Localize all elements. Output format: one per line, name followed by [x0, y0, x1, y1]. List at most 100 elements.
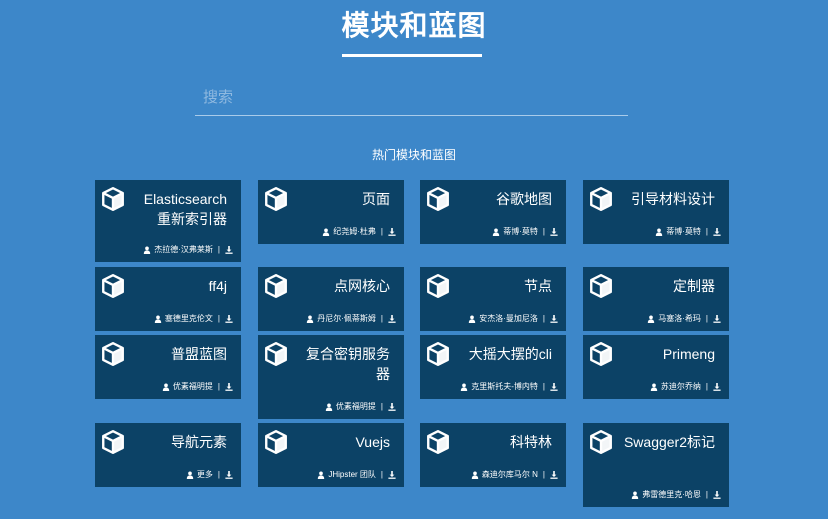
module-author[interactable]: 蒂博·莫特 — [666, 226, 701, 237]
module-author[interactable]: 优素福明提 — [173, 381, 213, 392]
title-underline — [342, 54, 482, 57]
separator: | — [217, 314, 220, 323]
separator: | — [380, 470, 383, 479]
separator: | — [217, 382, 220, 391]
module-card[interactable]: Elasticsearch 重新索引器杰拉德·汉弗莱斯 | — [95, 180, 241, 262]
module-card[interactable]: 复合密钥服务器优素福明提 | — [258, 335, 404, 419]
module-title[interactable]: 引导材料设计 — [619, 189, 715, 209]
module-title[interactable]: Primeng — [619, 344, 715, 364]
download-icon[interactable] — [225, 470, 233, 479]
module-author[interactable]: 纪尧姆·杜弗 — [333, 226, 376, 237]
module-author[interactable]: 马塞洛·希玛 — [658, 313, 701, 324]
module-card[interactable]: 谷歌地图蒂博·莫特 | — [420, 180, 566, 244]
cube-icon — [588, 341, 614, 367]
download-icon[interactable] — [388, 314, 396, 323]
module-title[interactable]: 普盟蓝图 — [131, 344, 227, 364]
cube-icon — [588, 273, 614, 299]
module-card[interactable]: 定制器马塞洛·希玛 | — [583, 267, 729, 331]
user-icon — [322, 228, 330, 236]
download-icon[interactable] — [713, 227, 721, 236]
module-meta: 优素福明提 | — [325, 401, 396, 412]
module-author[interactable]: 安杰洛·曼加尼洛 — [479, 313, 538, 324]
download-icon[interactable] — [550, 227, 558, 236]
download-icon[interactable] — [550, 314, 558, 323]
module-meta: 苏迪尔乔纳 | — [650, 381, 721, 392]
module-author[interactable]: 苏迪尔乔纳 — [661, 381, 701, 392]
download-icon[interactable] — [388, 227, 396, 236]
module-meta: 蒂博·莫特 | — [492, 226, 558, 237]
module-meta: 弗雷德里克·哈恩 | — [631, 489, 721, 500]
user-icon — [317, 471, 325, 479]
module-title[interactable]: Vuejs — [294, 432, 390, 452]
module-title[interactable]: 大摇大摆的cli — [456, 344, 552, 364]
download-icon[interactable] — [225, 314, 233, 323]
module-author[interactable]: JHipster 团队 — [328, 469, 376, 480]
download-icon[interactable] — [388, 470, 396, 479]
user-icon — [143, 246, 151, 254]
user-icon — [460, 383, 468, 391]
module-card[interactable]: 大摇大摆的cli 克里斯托夫-博内特 | — [420, 335, 566, 399]
download-icon[interactable] — [713, 382, 721, 391]
cube-icon — [263, 186, 289, 212]
module-card[interactable]: Swagger2标记弗雷德里克·哈恩 | — [583, 423, 729, 507]
module-card[interactable]: Primeng 苏迪尔乔纳 | — [583, 335, 729, 399]
module-title[interactable]: 页面 — [294, 189, 390, 209]
module-card[interactable]: 引导材料设计蒂博·莫特 | — [583, 180, 729, 244]
module-author[interactable]: 塞德里克伦文 — [165, 313, 213, 324]
module-title[interactable]: 导航元素 — [131, 432, 227, 452]
module-card[interactable]: ff4j 塞德里克伦文 | — [95, 267, 241, 331]
module-author[interactable]: 克里斯托夫-博内特 — [471, 381, 538, 392]
module-card[interactable]: 节点 安杰洛·曼加尼洛 | — [420, 267, 566, 331]
cube-icon — [100, 429, 126, 455]
separator: | — [705, 382, 708, 391]
module-card[interactable]: 普盟蓝图优素福明提 | — [95, 335, 241, 399]
module-meta: 丹尼尔·佩蒂斯姆 | — [306, 313, 396, 324]
module-card[interactable]: 科特林森迪尔库马尔 N | — [420, 423, 566, 487]
download-icon[interactable] — [388, 402, 396, 411]
download-icon[interactable] — [225, 382, 233, 391]
module-title[interactable]: Swagger2标记 — [619, 432, 715, 452]
module-meta: 森迪尔库马尔 N | — [471, 469, 558, 480]
module-title[interactable]: 复合密钥服务器 — [294, 344, 390, 384]
module-author[interactable]: 蒂博·莫特 — [503, 226, 538, 237]
module-author[interactable]: 优素福明提 — [336, 401, 376, 412]
module-author[interactable]: 更多 — [197, 469, 213, 480]
download-icon[interactable] — [550, 470, 558, 479]
separator: | — [705, 314, 708, 323]
module-meta: 优素福明提 | — [162, 381, 233, 392]
module-title[interactable]: ff4j — [131, 276, 227, 296]
module-card[interactable]: 导航元素更多 | — [95, 423, 241, 487]
download-icon[interactable] — [225, 245, 233, 254]
module-meta: 克里斯托夫-博内特 | — [460, 381, 558, 392]
download-icon[interactable] — [713, 314, 721, 323]
cube-icon — [588, 186, 614, 212]
cube-icon — [100, 273, 126, 299]
module-author[interactable]: 森迪尔库马尔 N — [482, 469, 538, 480]
module-meta: 杰拉德·汉弗莱斯 | — [143, 244, 233, 255]
module-title[interactable]: 谷歌地图 — [456, 189, 552, 209]
separator: | — [542, 382, 545, 391]
cube-icon — [263, 429, 289, 455]
cube-icon — [425, 429, 451, 455]
module-author[interactable]: 丹尼尔·佩蒂斯姆 — [317, 313, 376, 324]
user-icon — [306, 315, 314, 323]
module-card[interactable]: 页面纪尧姆·杜弗 | — [258, 180, 404, 244]
module-title[interactable]: 定制器 — [619, 276, 715, 296]
module-meta: 蒂博·莫特 | — [655, 226, 721, 237]
module-author[interactable]: 弗雷德里克·哈恩 — [642, 489, 701, 500]
search-input[interactable] — [195, 80, 628, 116]
download-icon[interactable] — [713, 490, 721, 499]
module-card[interactable]: Vuejs JHipster 团队 | — [258, 423, 404, 487]
module-title[interactable]: 点网核心 — [294, 276, 390, 296]
module-title[interactable]: 节点 — [456, 276, 552, 296]
cube-icon — [100, 186, 126, 212]
module-title[interactable]: Elasticsearch 重新索引器 — [131, 189, 227, 229]
separator: | — [217, 470, 220, 479]
module-meta: 纪尧姆·杜弗 | — [322, 226, 396, 237]
separator: | — [380, 227, 383, 236]
download-icon[interactable] — [550, 382, 558, 391]
module-author[interactable]: 杰拉德·汉弗莱斯 — [154, 244, 213, 255]
user-icon — [325, 403, 333, 411]
module-title[interactable]: 科特林 — [456, 432, 552, 452]
module-card[interactable]: 点网核心丹尼尔·佩蒂斯姆 | — [258, 267, 404, 331]
